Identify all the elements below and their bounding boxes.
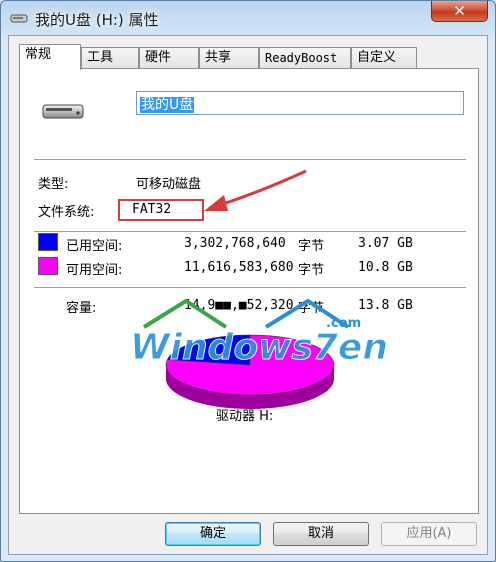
tab-hardware[interactable]: 硬件 (139, 47, 199, 68)
drive-letter-label: 驱动器 H: (216, 409, 274, 424)
tab-readyboost[interactable]: ReadyBoost (259, 47, 351, 68)
tab-label: 工具 (87, 50, 114, 65)
tab-label: 硬件 (145, 50, 172, 65)
ok-label: 确定 (199, 526, 226, 541)
used-label: 已用空间: (66, 239, 123, 254)
used-size: 3.07 GB (358, 236, 413, 251)
tab-customize[interactable]: 自定义 (351, 47, 417, 68)
tab-label: 常规 (25, 47, 52, 62)
close-icon: ✕ (453, 2, 466, 20)
title-bar[interactable]: 我的U盘 (H:) 属性 ✕ (1, 1, 495, 35)
cancel-label: 取消 (307, 526, 334, 541)
filesystem-label: 文件系统: (38, 205, 95, 220)
general-panel: 我的U盘 类型: 可移动磁盘 文件系统: FAT32 已用空间: 3,302,7… (19, 68, 479, 514)
drive-name-input[interactable]: 我的U盘 (136, 91, 464, 115)
capacity-unit: 字节 (298, 301, 325, 316)
tab-label: 共享 (205, 50, 232, 65)
divider (34, 287, 466, 288)
divider (34, 231, 466, 232)
type-label: 类型: (38, 177, 69, 192)
watermark-suffix: .com (326, 316, 361, 331)
drive-name-value: 我的U盘 (140, 97, 195, 113)
ok-button[interactable]: 确定 (165, 522, 261, 546)
window-title: 我的U盘 (H:) 属性 (35, 11, 159, 29)
cancel-button[interactable]: 取消 (273, 522, 369, 546)
apply-button[interactable]: 应用(A) (381, 522, 477, 546)
capacity-size: 13.8 GB (358, 298, 413, 313)
tab-label: 自定义 (357, 50, 397, 65)
dialog-body: 常规 工具 硬件 共享 ReadyBoost 自定义 我的U盘 类型: 可移动磁… (8, 35, 488, 555)
free-size: 10.8 GB (358, 260, 413, 275)
divider (34, 159, 466, 160)
capacity-bytes: 14,9■■,■52,320 (184, 298, 294, 313)
tab-label: ReadyBoost (265, 51, 338, 65)
free-label: 可用空间: (66, 263, 123, 278)
close-button[interactable]: ✕ (431, 1, 488, 22)
free-color-swatch (38, 257, 58, 275)
used-unit: 字节 (298, 239, 325, 254)
annotation-arrow-icon (204, 169, 307, 211)
usb-drive-icon (42, 104, 84, 119)
used-color-swatch (38, 233, 58, 251)
free-unit: 字节 (298, 263, 325, 278)
drive-icon (10, 14, 28, 23)
used-bytes: 3,302,768,640 (184, 236, 286, 251)
tab-general[interactable]: 常规 (19, 44, 81, 70)
tab-tools[interactable]: 工具 (81, 47, 139, 68)
filesystem-value: FAT32 (132, 202, 172, 217)
apply-label: 应用(A) (406, 526, 452, 541)
capacity-label: 容量: (66, 301, 97, 316)
free-bytes: 11,616,583,680 (184, 260, 294, 275)
properties-window: 我的U盘 (H:) 属性 ✕ 常规 工具 硬件 共享 ReadyBoost 自定… (0, 0, 496, 562)
tab-sharing[interactable]: 共享 (199, 47, 259, 68)
usage-pie-chart (165, 334, 335, 409)
